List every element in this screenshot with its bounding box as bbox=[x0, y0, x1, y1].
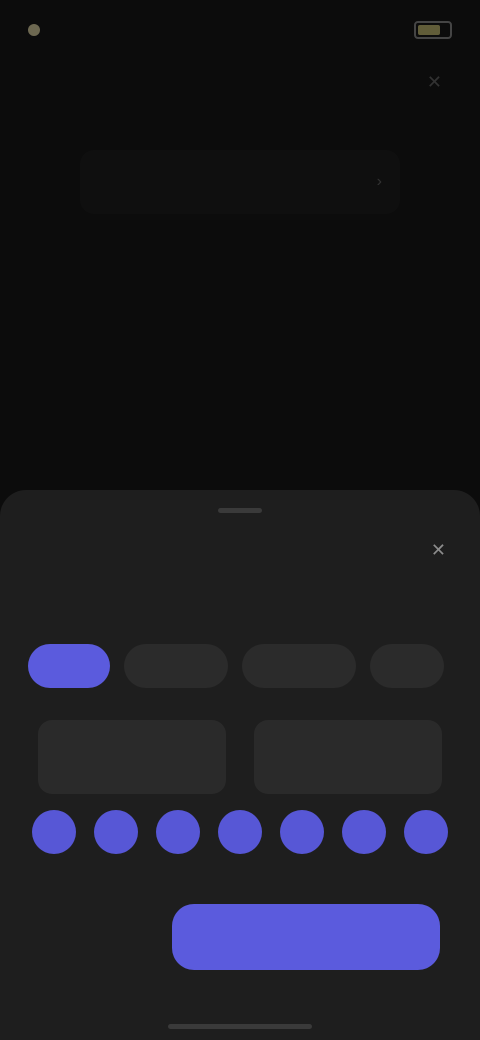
day-toggle[interactable] bbox=[342, 810, 386, 854]
day-toggle[interactable] bbox=[32, 810, 76, 854]
day-toggle[interactable] bbox=[156, 810, 200, 854]
delete-button[interactable] bbox=[60, 920, 142, 964]
day-toggle[interactable] bbox=[218, 810, 262, 854]
chip-option-4[interactable] bbox=[370, 644, 444, 688]
weekday-selector bbox=[32, 810, 448, 854]
banner[interactable]: › bbox=[80, 150, 400, 214]
dot-icon bbox=[28, 24, 40, 36]
battery-icon bbox=[414, 21, 452, 39]
chevron-right-icon: › bbox=[376, 173, 382, 190]
status-left bbox=[28, 24, 50, 36]
option-chips bbox=[28, 644, 444, 688]
day-toggle[interactable] bbox=[280, 810, 324, 854]
bottom-sheet: ✕ bbox=[0, 490, 480, 1040]
list-item[interactable] bbox=[30, 258, 450, 298]
home-indicator bbox=[168, 1024, 312, 1029]
close-icon[interactable]: ✕ bbox=[427, 72, 442, 93]
chip-option-1[interactable] bbox=[28, 644, 110, 688]
end-time-field[interactable] bbox=[254, 720, 442, 794]
chip-option-3[interactable] bbox=[242, 644, 356, 688]
day-toggle[interactable] bbox=[94, 810, 138, 854]
sheet-handle[interactable] bbox=[218, 508, 262, 513]
list-item[interactable] bbox=[30, 328, 450, 368]
save-button[interactable] bbox=[172, 904, 440, 970]
status-bar bbox=[0, 0, 480, 60]
status-right bbox=[414, 21, 452, 39]
close-icon[interactable]: ✕ bbox=[431, 540, 446, 561]
start-time-field[interactable] bbox=[38, 720, 226, 794]
day-toggle[interactable] bbox=[404, 810, 448, 854]
chip-option-2[interactable] bbox=[124, 644, 228, 688]
